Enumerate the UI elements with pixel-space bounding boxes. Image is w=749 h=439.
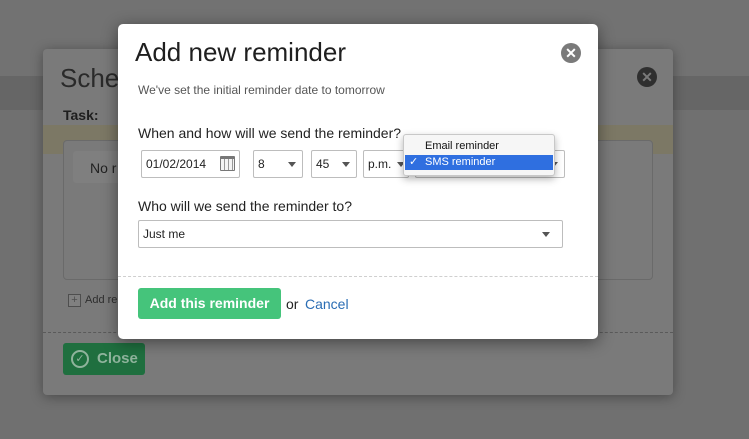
menu-item-label: SMS reminder [425, 156, 496, 168]
plus-icon[interactable]: + [68, 294, 81, 307]
cancel-link[interactable]: Cancel [305, 296, 349, 312]
menu-item-email-reminder[interactable]: Email reminder [405, 139, 553, 154]
menu-item-label: Email reminder [425, 140, 499, 152]
recipient-value: Just me [143, 227, 186, 241]
modal-subtitle: We've set the initial reminder date to t… [138, 83, 385, 97]
hour-select[interactable]: 8 [253, 150, 303, 178]
method-dropdown-menu: Email reminder ✓ SMS reminder [403, 134, 555, 176]
close-icon[interactable]: ✕ [561, 43, 581, 63]
chevron-down-icon [288, 162, 296, 167]
minute-value: 45 [316, 157, 330, 171]
when-question-label: When and how will we send the reminder? [138, 125, 402, 141]
add-reminder-link[interactable]: Add re [85, 294, 117, 306]
modal-title: Add new reminder [135, 37, 346, 67]
chevron-down-icon [342, 162, 350, 167]
add-reminder-button[interactable]: Add this reminder [138, 288, 281, 319]
close-icon[interactable]: ✕ [637, 67, 657, 87]
minute-select[interactable]: 45 [311, 150, 357, 178]
who-question-label: Who will we send the reminder to? [138, 198, 352, 214]
date-value: 01/02/2014 [146, 157, 207, 171]
task-label: Task: [63, 107, 99, 123]
menu-item-sms-reminder[interactable]: ✓ SMS reminder [405, 155, 553, 170]
chevron-down-icon [542, 232, 550, 237]
recipient-select[interactable]: Just me [138, 220, 563, 248]
hour-value: 8 [258, 157, 265, 171]
schedule-modal-title: Sche [60, 63, 120, 93]
close-button-label: Close [97, 350, 138, 367]
close-button[interactable]: ✓ Close [63, 343, 145, 375]
date-input[interactable]: 01/02/2014 [141, 150, 240, 178]
check-circle-icon: ✓ [71, 350, 89, 368]
divider [118, 276, 598, 277]
check-icon: ✓ [409, 156, 419, 168]
no-reminders-text: No r [90, 160, 117, 176]
calendar-icon[interactable] [220, 156, 235, 171]
add-reminder-modal: Add new reminder ✕ We've set the initial… [118, 24, 598, 339]
ampm-value: p.m. [368, 157, 392, 171]
or-text: or [286, 296, 299, 312]
